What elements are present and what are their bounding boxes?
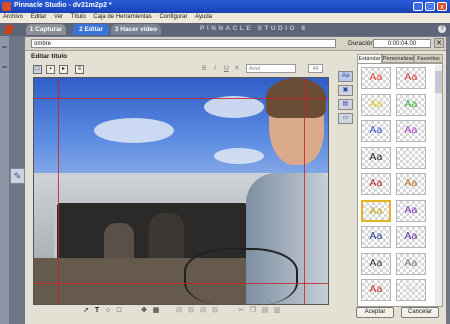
cloud	[214, 148, 264, 164]
text-style-swatch[interactable]: Aa	[396, 226, 426, 248]
title-preview-canvas[interactable]	[33, 77, 329, 305]
tab-capturar[interactable]: 1 Capturar	[26, 24, 66, 35]
text-style-swatch[interactable]: Aa	[396, 279, 426, 301]
close-editor-button[interactable]: ✕	[434, 38, 444, 48]
menu-ayuda[interactable]: Ayuda	[192, 13, 215, 21]
help-icon[interactable]: ?	[438, 25, 446, 33]
underline-icon[interactable]: U	[224, 65, 229, 72]
text-style-swatch[interactable]: Aa	[396, 199, 426, 222]
font-size-select[interactable]: 48	[308, 64, 323, 73]
text-style-swatch[interactable]: Aa	[361, 146, 391, 169]
pictures-icon[interactable]: ▤	[338, 99, 353, 110]
text-style-swatch[interactable]: Aa	[361, 279, 391, 301]
window-title: Pinnacle Studio - dv31m2p2 *	[14, 2, 112, 9]
cloud	[94, 118, 174, 143]
title-name-bar: ombre Duración: 0:00:04.00 ✕	[25, 37, 446, 51]
text-tool-icon[interactable]: T	[92, 306, 102, 316]
tab-favoritos[interactable]: Favoritos	[414, 54, 443, 63]
title-tool-icon[interactable]: ✎	[10, 168, 25, 184]
save-style-icon[interactable]: ▭	[338, 113, 353, 124]
align-icon[interactable]: ⊟	[186, 306, 196, 316]
text-style-swatch[interactable]: Aa	[361, 120, 391, 142]
cut-icon[interactable]: ✂	[236, 306, 246, 316]
title-editor-panel: Editar título □ ▪ ▸ ≡ B I U ≡ Arial 48 ➚…	[25, 51, 446, 324]
ellipse-tool-icon[interactable]: ○	[103, 306, 113, 316]
text-style-swatch[interactable]: Aa	[396, 120, 426, 142]
text-styles-icon[interactable]: Aa	[338, 71, 353, 82]
pinnacle-logo-icon	[4, 25, 14, 34]
italic-icon[interactable]: I	[214, 65, 216, 72]
tab-editar[interactable]: 2 Editar	[73, 24, 109, 35]
menu-ver[interactable]: Ver	[51, 13, 66, 21]
editor-title: Editar título	[31, 53, 68, 60]
copy-icon[interactable]: ❐	[248, 306, 258, 316]
scrollbar-thumb[interactable]	[435, 71, 442, 93]
tab-hacer-video[interactable]: 3 Hacer vídeo	[111, 24, 161, 35]
tab-estandar[interactable]: Estándar	[357, 54, 382, 63]
move-icon[interactable]: ✥	[139, 306, 149, 316]
paste-icon[interactable]: ▤	[260, 306, 270, 316]
justify-icon[interactable]: ≡	[235, 65, 239, 72]
accept-button[interactable]: Aceptar	[356, 307, 394, 318]
duration-label: Duración:	[348, 40, 376, 47]
title-type-roll-icon[interactable]: ▪	[46, 65, 55, 74]
text-style-swatch[interactable]: Aa	[361, 173, 391, 195]
safe-area-guide	[304, 78, 305, 304]
strip-divider	[2, 46, 7, 48]
text-style-swatch[interactable]: Aa	[361, 199, 391, 222]
text-style-swatch[interactable]: Aa	[396, 173, 426, 195]
brand-label: PINNACLE STUDIO 8	[200, 25, 308, 32]
style-swatch-grid: Aa Aa Aa Aa Aa Aa Aa Aa Aa Aa Aa Aa Aa Aa Aa Aa Aa	[357, 63, 443, 307]
title-type-static-icon[interactable]: □	[33, 65, 42, 74]
style-panel: Estándar Personalizar Favoritos Aa Aa Aa Aa…	[357, 53, 443, 307]
menu-caja-herramientas[interactable]: Caja de Herramientas	[90, 13, 154, 21]
text-style-swatch[interactable]: Aa	[396, 93, 426, 116]
font-select[interactable]: Arial	[246, 64, 296, 73]
align-icon[interactable]: ⊟	[210, 306, 220, 316]
app-icon	[2, 2, 11, 11]
title-text-style-icon[interactable]: ≡	[75, 65, 84, 74]
driver-figure	[149, 213, 184, 263]
style-scrollbar[interactable]	[435, 65, 442, 306]
text-style-swatch[interactable]	[396, 146, 426, 169]
window-titlebar: Pinnacle Studio - dv31m2p2 * _ □ x	[0, 0, 450, 13]
passenger-figure	[104, 223, 134, 263]
maximize-button[interactable]: □	[425, 2, 435, 11]
style-tabs: Estándar Personalizar Favoritos	[357, 53, 443, 63]
text-style-swatch[interactable]: Aa	[361, 226, 391, 248]
text-style-swatch[interactable]: Aa	[396, 67, 426, 89]
menu-titulo[interactable]: Título	[68, 13, 89, 21]
align-icon[interactable]: ⊟	[174, 306, 184, 316]
tab-personalizar[interactable]: Personalizar	[382, 54, 414, 63]
text-style-swatch[interactable]: Aa	[361, 252, 391, 275]
safe-area-guide	[34, 283, 328, 284]
strip-divider	[2, 66, 7, 68]
minimize-button[interactable]: _	[413, 2, 423, 11]
title-type-crawl-icon[interactable]: ▸	[59, 65, 68, 74]
text-style-swatch[interactable]: Aa	[361, 93, 391, 116]
duration-input[interactable]: 0:00:04.00	[373, 39, 431, 48]
step-tabs-bar: 1 Capturar 2 Editar 3 Hacer vídeo PINNAC…	[0, 23, 450, 36]
menu-archivo[interactable]: Archivo	[0, 13, 26, 21]
cancel-button[interactable]: Cancelar	[401, 307, 439, 318]
text-style-swatch[interactable]: Aa	[396, 252, 426, 275]
select-arrow-icon[interactable]: ➚	[81, 306, 91, 316]
text-style-swatch[interactable]: Aa	[361, 67, 391, 89]
menu-configurar[interactable]: Configurar	[156, 13, 190, 21]
title-name-input[interactable]: ombre	[31, 39, 336, 48]
backgrounds-icon[interactable]: ▣	[338, 85, 353, 96]
safe-area-guide	[34, 98, 328, 99]
menu-editar[interactable]: Editar	[28, 13, 50, 21]
group-icon[interactable]: ▦	[151, 306, 161, 316]
safe-area-guide	[58, 78, 59, 304]
rectangle-tool-icon[interactable]: □	[114, 306, 124, 316]
close-window-button[interactable]: x	[437, 2, 447, 11]
bold-icon[interactable]: B	[202, 65, 206, 72]
bicycle-handlebar	[184, 248, 298, 304]
left-strip	[0, 36, 9, 324]
cloud	[204, 96, 264, 118]
align-icon[interactable]: ⊟	[198, 306, 208, 316]
delete-icon[interactable]: ▥	[272, 306, 282, 316]
